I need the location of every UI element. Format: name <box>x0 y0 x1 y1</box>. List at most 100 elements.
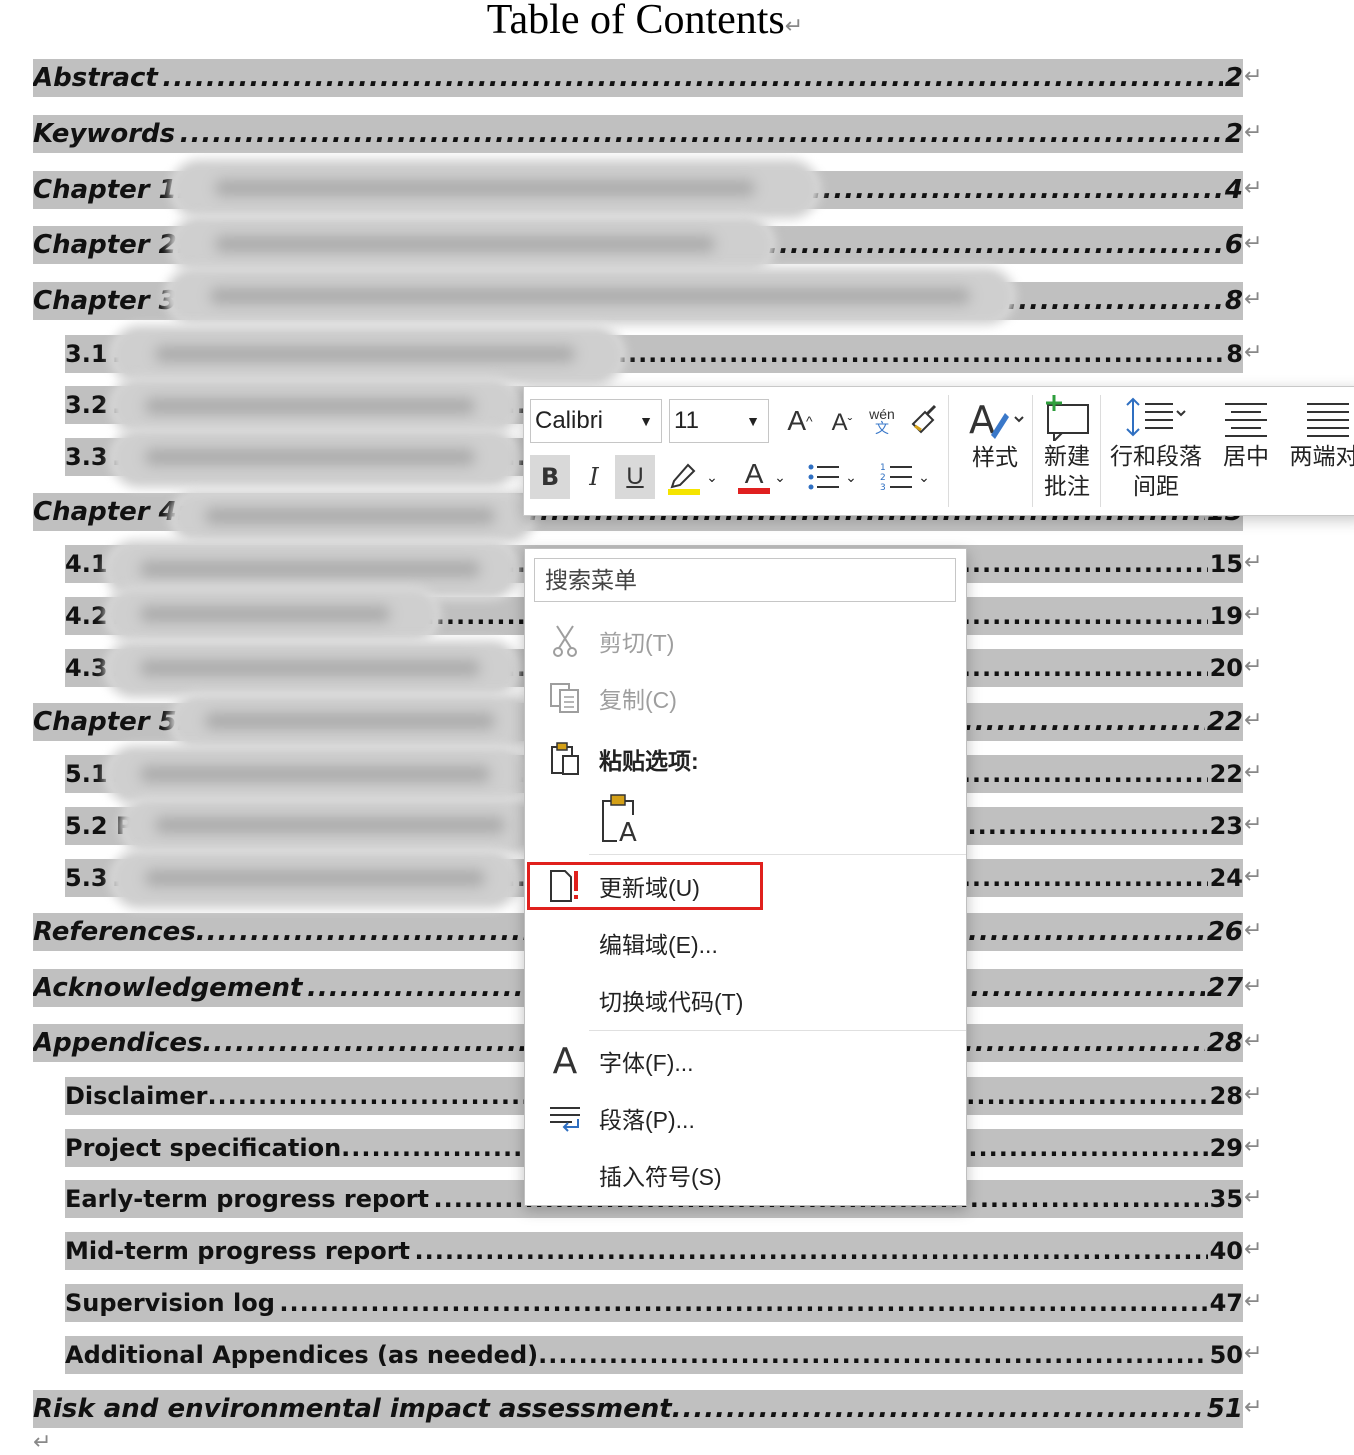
line-spacing-icon <box>1126 397 1186 437</box>
paragraph-mark: ↵ <box>33 1430 52 1455</box>
copy-icon <box>547 678 583 718</box>
menu-separator <box>589 854 966 855</box>
font-color-button[interactable]: A ⌄ <box>730 455 794 499</box>
chevron-down-icon: ⌄ <box>918 468 930 485</box>
redacted-text-blur <box>175 220 770 270</box>
toc-entry[interactable]: Additional Appendices (as needed)50 <box>65 1336 1243 1374</box>
paragraph-mark: ↵ <box>1244 1029 1263 1054</box>
toolbar-separator <box>948 395 949 507</box>
redacted-text-blur <box>110 645 515 693</box>
menu-item-insert-symbol[interactable]: 插入符号(S) <box>525 1147 966 1203</box>
numbering-button[interactable]: 1 2 3 ⌄ <box>870 455 940 499</box>
paragraph-mark: ↵ <box>1244 1289 1263 1314</box>
menu-search-input[interactable]: 搜索菜单 <box>534 558 956 602</box>
paragraph-mark: ↵ <box>1244 1237 1263 1262</box>
chevron-down-icon: ▼ <box>746 413 760 429</box>
paragraph-mark: ↵ <box>1244 654 1263 679</box>
paragraph-mark: ↵ <box>1244 1134 1263 1159</box>
paste-keep-text-only-button[interactable]: A <box>599 793 643 848</box>
paragraph-mark: ↵ <box>1244 176 1263 201</box>
underline-button[interactable]: U <box>615 455 655 499</box>
menu-item-paragraph[interactable]: 段落(P)... <box>525 1090 966 1146</box>
highlight-color-button[interactable]: ⌄ <box>660 455 724 499</box>
caret-up-icon: ^ <box>806 413 813 429</box>
paragraph-mark: ↵ <box>1244 231 1263 256</box>
redacted-text-blur <box>110 592 435 638</box>
svg-text:2: 2 <box>880 473 886 483</box>
format-painter-button[interactable] <box>904 399 944 443</box>
toc-entry[interactable]: Supervision log 47 <box>65 1284 1243 1322</box>
bullets-button[interactable]: ⌄ <box>800 455 864 499</box>
redacted-text-blur <box>110 750 525 800</box>
font-size-dropdown[interactable]: 11 ▼ <box>669 399 769 443</box>
font-icon: A <box>552 1040 578 1082</box>
styles-icon: A <box>969 398 1024 442</box>
chevron-down-icon: ⌄ <box>845 468 857 485</box>
paragraph-mark: ↵ <box>1244 602 1263 627</box>
menu-item-font[interactable]: A 字体(F)... <box>525 1033 966 1089</box>
line-spacing-button[interactable]: 行和段落 间距 <box>1104 395 1208 507</box>
paragraph-mark: ↵ <box>1244 1341 1263 1366</box>
redacted-text-blur <box>175 164 815 214</box>
paragraph-icon <box>547 1098 583 1138</box>
paragraph-mark: ↵ <box>1244 64 1263 89</box>
redacted-text-blur <box>175 496 530 538</box>
clipboard-icon <box>547 739 583 779</box>
redacted-text-blur <box>115 382 515 430</box>
paragraph-mark: ↵ <box>1244 287 1263 312</box>
paragraph-mark: ↵ <box>1244 1395 1263 1420</box>
toc-entry[interactable]: Risk and environmental impact assessment… <box>33 1390 1243 1428</box>
phonetic-guide-button[interactable]: wén 文 <box>864 401 900 441</box>
menu-item-edit-field[interactable]: 编辑域(E)... <box>525 915 966 971</box>
font-color-swatch <box>738 488 771 494</box>
bold-button[interactable]: B <box>530 455 570 499</box>
redacted-text-blur <box>170 272 1010 320</box>
svg-text:1: 1 <box>880 463 886 473</box>
redacted-text-blur <box>115 433 515 483</box>
paragraph-mark: ↵ <box>1244 1082 1263 1107</box>
toolbar-separator <box>1100 395 1101 507</box>
font-color-icon: A <box>744 458 764 489</box>
redacted-text-blur <box>115 330 620 380</box>
menu-separator <box>589 1030 966 1031</box>
scissors-icon <box>547 621 583 661</box>
redacted-text-blur <box>110 545 515 595</box>
paste-text-only-icon: A <box>602 794 641 848</box>
svg-text:A: A <box>969 398 995 442</box>
caret-down-icon: ˇ <box>847 415 853 431</box>
paragraph-mark: ↵ <box>1244 120 1263 145</box>
paragraph-mark: ↵ <box>1244 974 1263 999</box>
numbered-list-icon: 1 2 3 <box>880 463 913 493</box>
paste-options-header: 粘贴选项: <box>525 731 966 787</box>
justify-button[interactable]: 两端对 <box>1284 395 1354 507</box>
paragraph-mark: ↵ <box>1244 864 1263 889</box>
mini-toolbar: Calibri ▼ 11 ▼ A ^ Aˇ wén 文 B I U ⌄ A ⌄ … <box>523 386 1354 516</box>
paragraph-mark: ↵ <box>1244 340 1263 365</box>
chevron-down-icon: ⌄ <box>774 468 786 485</box>
center-align-button[interactable]: 居中 <box>1214 395 1278 507</box>
paragraph-mark: ↵ <box>1244 1185 1263 1210</box>
toolbar-separator <box>1032 395 1033 507</box>
grow-font-button[interactable]: A ^ <box>780 399 820 443</box>
align-justify-icon <box>1307 403 1349 437</box>
font-name-value: Calibri <box>535 407 604 434</box>
toc-entry[interactable]: Mid-term progress report 40 <box>65 1232 1243 1270</box>
svg-text:3: 3 <box>880 483 886 493</box>
menu-item-copy[interactable]: 复制(C) <box>525 670 966 726</box>
paragraph-mark: ↵ <box>1244 760 1263 785</box>
redacted-text-blur <box>175 698 530 746</box>
redacted-text-blur <box>125 802 535 850</box>
highlight-box <box>527 862 763 910</box>
toc-entry[interactable]: Keywords 2 <box>33 115 1243 153</box>
font-name-dropdown[interactable]: Calibri ▼ <box>530 399 662 443</box>
menu-item-toggle-field-codes[interactable]: 切换域代码(T) <box>525 972 966 1028</box>
chevron-down-icon: ▼ <box>639 413 653 429</box>
toc-entry[interactable]: Abstract 2 <box>33 59 1243 97</box>
bullet-list-icon <box>808 464 840 490</box>
shrink-font-button[interactable]: Aˇ <box>824 401 860 445</box>
italic-button[interactable]: I <box>574 455 614 499</box>
styles-button[interactable]: A 样式 <box>960 395 1030 507</box>
menu-item-cut[interactable]: 剪切(T) <box>525 613 966 669</box>
svg-text:A: A <box>619 818 637 845</box>
new-comment-button[interactable]: 新建 批注 <box>1036 395 1098 507</box>
